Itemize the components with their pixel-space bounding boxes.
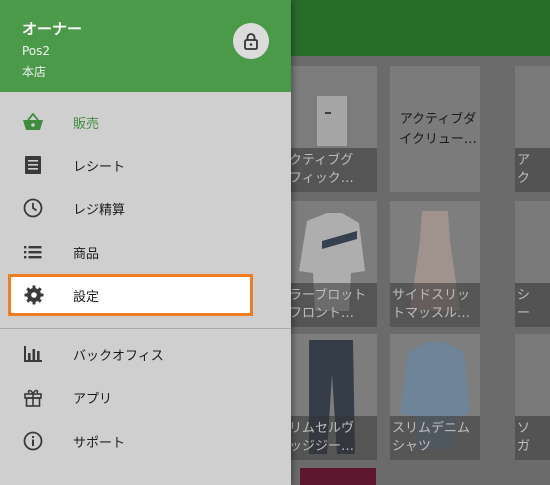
lock-icon xyxy=(244,33,258,50)
menu-label: 商品 xyxy=(73,246,100,262)
lock-button[interactable] xyxy=(233,23,269,59)
clock-icon xyxy=(22,198,44,218)
user-role: オーナー xyxy=(22,20,83,38)
gear-icon xyxy=(23,285,45,305)
menu-divider xyxy=(0,328,291,329)
info-icon xyxy=(22,431,44,451)
menu-label: 設定 xyxy=(73,289,100,305)
menu-item-backoffice[interactable]: バックオフィス xyxy=(0,332,291,376)
menu-item-receipt[interactable]: レシート xyxy=(0,143,291,187)
gift-icon xyxy=(22,387,44,407)
menu-item-settlement[interactable]: レジ精算 xyxy=(0,186,291,230)
menu-label: アプリ xyxy=(73,391,113,407)
menu-item-support[interactable]: サポート xyxy=(0,419,291,463)
menu-label: バックオフィス xyxy=(73,348,164,364)
bar-chart-icon xyxy=(22,344,44,364)
menu-item-settings[interactable]: 設定 xyxy=(8,274,253,316)
menu-label: レシート xyxy=(73,159,126,175)
store-name: 本店 xyxy=(22,65,47,79)
menu-item-apps[interactable]: アプリ xyxy=(0,375,291,419)
basket-icon xyxy=(22,112,44,132)
menu-item-products[interactable]: 商品 xyxy=(0,230,291,274)
register-name: Pos2 xyxy=(22,44,51,58)
menu-label: サポート xyxy=(73,435,126,451)
receipt-icon xyxy=(22,155,44,175)
menu-item-sales[interactable]: 販売 xyxy=(0,100,291,144)
list-icon xyxy=(22,242,44,262)
menu-label: 販売 xyxy=(73,116,100,132)
navigation-drawer: オーナー Pos2 本店 販売 レシート レジ精算 商品 設定 バックオフィス … xyxy=(0,0,291,485)
drawer-header: オーナー Pos2 本店 xyxy=(0,0,291,92)
menu-label: レジ精算 xyxy=(73,202,126,218)
